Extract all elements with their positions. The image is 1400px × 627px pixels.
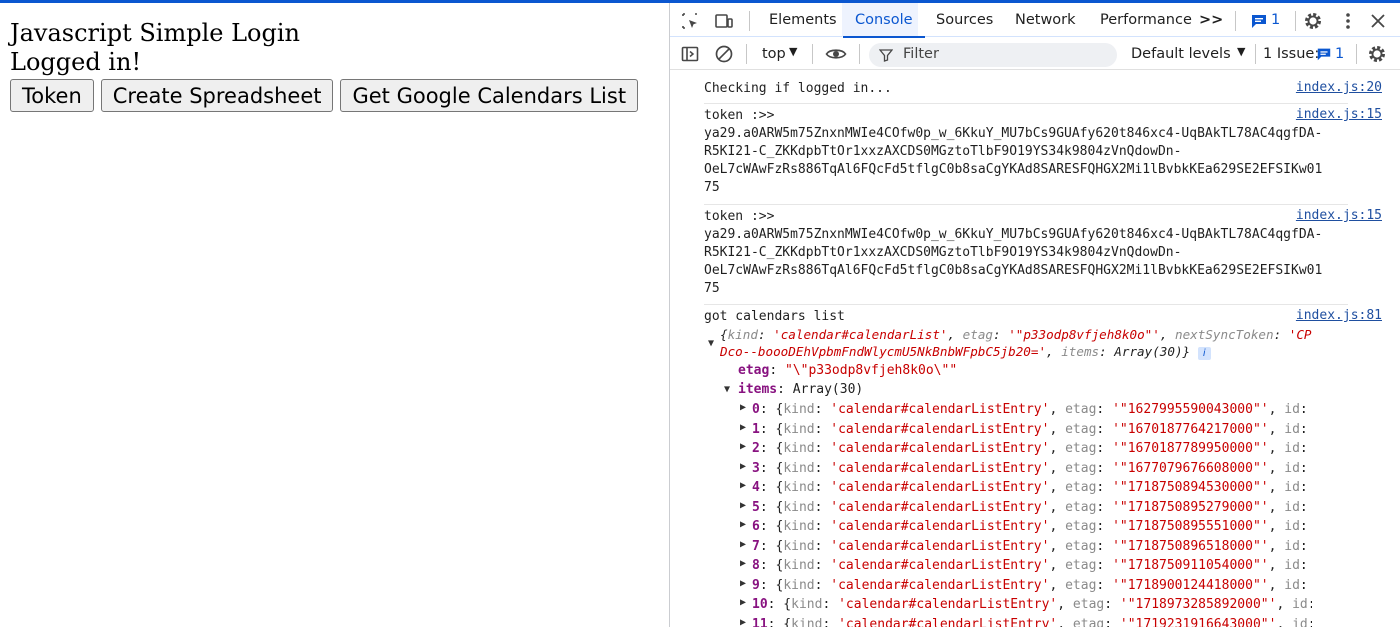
console-message: token :>> index.js:15 ya29.a0ARW5m75Znxn… <box>704 206 1382 305</box>
list-item[interactable]: 5: {kind: 'calendar#calendarListEntry', … <box>752 498 1312 517</box>
list-item[interactable]: 2: {kind: 'calendar#calendarListEntry', … <box>752 439 1312 458</box>
message-count[interactable]: 1 <box>1271 3 1280 37</box>
list-item[interactable]: 1: {kind: 'calendar#calendarListEntry', … <box>752 420 1312 439</box>
web-page: Javascript Simple Login Logged in! Token… <box>0 3 669 627</box>
toolbar-separator <box>1235 11 1236 31</box>
expand-triangle-icon[interactable]: ▶ <box>740 539 746 550</box>
source-link[interactable]: index.js:15 <box>1296 208 1382 223</box>
tab-elements[interactable]: Elements <box>769 3 837 37</box>
source-link[interactable]: index.js:81 <box>1296 308 1382 323</box>
tab-network[interactable]: Network <box>1015 3 1076 37</box>
etag-property: etag: "\"p33odp8vfjeh8k0o\"" <box>738 363 958 378</box>
expand-triangle-icon[interactable]: ▶ <box>740 578 746 589</box>
expand-triangle-icon[interactable]: ▶ <box>740 422 746 433</box>
more-options-icon[interactable] <box>1338 11 1358 31</box>
chevron-down-icon[interactable]: ▼ <box>789 45 797 58</box>
live-expression-eye-icon[interactable] <box>825 44 847 64</box>
list-item[interactable]: 11: {kind: 'calendar#calendarListEntry',… <box>752 615 1312 627</box>
settings-gear-icon[interactable] <box>1303 11 1323 31</box>
list-item[interactable]: 8: {kind: 'calendar#calendarListEntry', … <box>752 556 1312 575</box>
object-summary-line2[interactable]: Dco--boooDEhVpbmFndWlycmU5NkBnbWFpbC5jb2… <box>720 343 1211 360</box>
issues-label[interactable]: 1 Issue: <box>1263 46 1319 62</box>
list-item[interactable]: 4: {kind: 'calendar#calendarListEntry', … <box>752 478 1312 497</box>
toolbar-separator <box>1295 11 1296 31</box>
toolbar-separator <box>1255 44 1256 64</box>
chevron-down-icon[interactable]: ▼ <box>1237 45 1245 58</box>
expand-triangle-icon[interactable]: ▶ <box>740 558 746 569</box>
expand-triangle-icon[interactable]: ▼ <box>708 338 714 349</box>
toolbar-separator <box>859 44 860 64</box>
console-message: Checking if logged in... index.js:20 <box>704 79 1382 104</box>
list-item[interactable]: 10: {kind: 'calendar#calendarListEntry',… <box>752 595 1312 614</box>
clear-console-icon[interactable] <box>714 44 734 64</box>
inspect-element-icon[interactable] <box>680 11 700 31</box>
expand-triangle-icon[interactable]: ▶ <box>740 597 746 608</box>
filter-input[interactable]: Filter <box>869 43 1117 67</box>
message-text: Checking if logged in... <box>704 81 892 96</box>
toolbar-separator <box>812 44 813 64</box>
expand-triangle-icon[interactable]: ▶ <box>740 461 746 472</box>
token-line: ya29.a0ARW5m75ZnxnMWIe4COfw0p_w_6KkuY_MU… <box>704 126 1323 141</box>
device-toolbar-icon[interactable] <box>714 11 734 31</box>
token-line: OeL7cWAwFzRs886TqAl6FQcFd5tflgC0b8saCgYK… <box>704 263 1323 278</box>
page-title: Javascript Simple Login <box>10 19 300 47</box>
token-line: ya29.a0ARW5m75ZnxnMWIe4COfw0p_w_6KkuY_MU… <box>704 227 1323 242</box>
filter-placeholder: Filter <box>903 46 939 62</box>
list-item[interactable]: 6: {kind: 'calendar#calendarListEntry', … <box>752 517 1312 536</box>
tab-sources[interactable]: Sources <box>936 3 993 37</box>
message-label: token :>> <box>704 108 775 123</box>
message-text: got calendars list <box>704 309 845 324</box>
expand-triangle-icon[interactable]: ▶ <box>740 519 746 530</box>
expand-triangle-icon[interactable]: ▶ <box>740 500 746 511</box>
expand-triangle-icon[interactable]: ▶ <box>740 617 746 627</box>
message-label: token :>> <box>704 209 775 224</box>
message-icon[interactable] <box>1250 11 1268 31</box>
expand-triangle-icon[interactable]: ▶ <box>740 480 746 491</box>
expand-triangle-icon[interactable]: ▼ <box>724 384 730 395</box>
items-property[interactable]: items: Array(30) <box>738 381 863 398</box>
object-summary-line1[interactable]: {kind: 'calendar#calendarList', etag: '"… <box>720 326 1312 343</box>
info-icon[interactable]: i <box>1197 347 1211 360</box>
toolbar-separator <box>1356 44 1357 64</box>
create-spreadsheet-button[interactable]: Create Spreadsheet <box>100 79 334 112</box>
token-line: 75 <box>704 180 720 195</box>
log-levels-dropdown[interactable]: Default levels <box>1131 46 1231 62</box>
tab-performance[interactable]: Performance <box>1100 3 1192 37</box>
toolbar-separator <box>746 44 747 64</box>
token-line: OeL7cWAwFzRs886TqAl6FQcFd5tflgC0b8saCgYK… <box>704 162 1323 177</box>
source-link[interactable]: index.js:20 <box>1296 80 1382 95</box>
list-item[interactable]: 0: {kind: 'calendar#calendarListEntry', … <box>752 400 1312 419</box>
tab-console[interactable]: Console <box>843 3 925 38</box>
token-line: 75 <box>704 281 720 296</box>
token-line: R5KI21-C_ZKKdpbTtOr1xxzAXCDS0MGztoTlbF9O… <box>704 144 1182 159</box>
toolbar-separator <box>749 11 750 31</box>
token-line: R5KI21-C_ZKKdpbTtOr1xxzAXCDS0MGztoTlbF9O… <box>704 245 1182 260</box>
console-toolbar: top ▼ Filter Default levels ▼ 1 Issue: 1 <box>670 38 1400 70</box>
button-row: Token Create Spreadsheet Get Google Cale… <box>10 79 639 112</box>
issues-count[interactable]: 1 <box>1335 46 1344 62</box>
context-selector[interactable]: top <box>762 46 786 62</box>
login-status: Logged in! <box>10 48 142 76</box>
token-button[interactable]: Token <box>10 79 94 112</box>
expand-triangle-icon[interactable]: ▶ <box>740 441 746 452</box>
list-item[interactable]: 7: {kind: 'calendar#calendarListEntry', … <box>752 537 1312 556</box>
console-output: Checking if logged in... index.js:20 tok… <box>670 71 1400 627</box>
devtools-panel: Elements Console Sources Network Perform… <box>669 3 1400 627</box>
console-message: token :>> index.js:15 ya29.a0ARW5m75Znxn… <box>704 105 1382 205</box>
more-tabs-icon[interactable]: >> <box>1199 3 1223 37</box>
console-settings-gear-icon[interactable] <box>1367 44 1387 64</box>
get-calendars-button[interactable]: Get Google Calendars List <box>340 79 639 112</box>
sidebar-toggle-icon[interactable] <box>680 44 700 64</box>
list-item[interactable]: 3: {kind: 'calendar#calendarListEntry', … <box>752 459 1312 478</box>
console-message: got calendars list index.js:81 ▼ {kind: … <box>704 306 1382 627</box>
devtools-tab-bar: Elements Console Sources Network Perform… <box>670 3 1400 38</box>
list-item[interactable]: 9: {kind: 'calendar#calendarListEntry', … <box>752 576 1312 595</box>
issue-message-icon[interactable] <box>1316 46 1332 62</box>
expand-triangle-icon[interactable]: ▶ <box>740 402 746 413</box>
source-link[interactable]: index.js:15 <box>1296 107 1382 122</box>
filter-funnel-icon <box>879 49 893 62</box>
close-devtools-icon[interactable] <box>1368 11 1388 31</box>
